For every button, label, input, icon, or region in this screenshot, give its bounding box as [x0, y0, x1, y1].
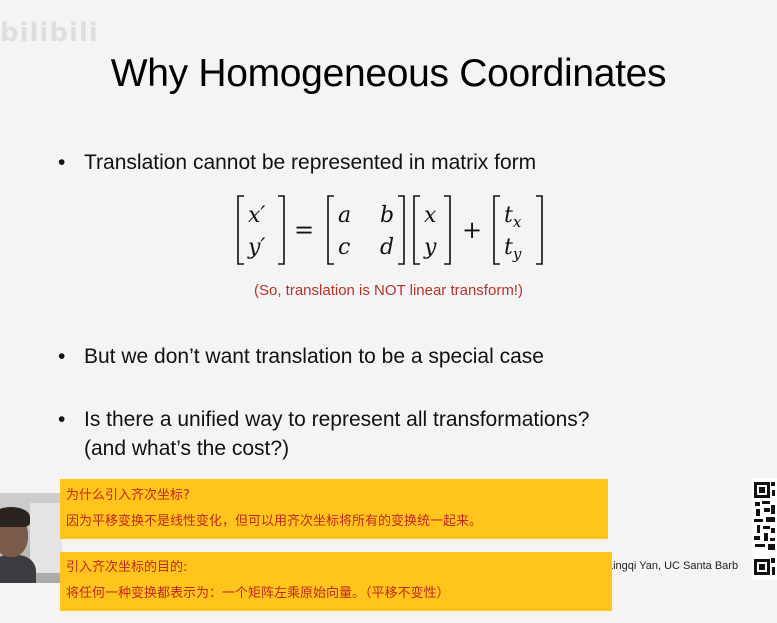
lhs-x-prime: x′ [248, 203, 265, 228]
equals-sign: = [294, 216, 314, 244]
bracket-right [444, 195, 451, 265]
matrix-d: d [380, 235, 394, 260]
qr-code-icon [752, 478, 777, 580]
bullet-marker: • [58, 151, 66, 174]
bracket-left [237, 195, 244, 265]
translation-equation: x′ y′ = a b c d x y + tx ty [237, 195, 543, 265]
bracket-right [536, 195, 543, 265]
slide-title: Why Homogeneous Coordinates [110, 52, 667, 95]
linear-transform-note: (So, translation is NOT linear transform… [254, 282, 523, 299]
bracket-right [398, 195, 405, 265]
plus-sign: + [462, 216, 482, 244]
bullet-text: Is there a unified way to represent all … [84, 408, 590, 431]
bullet-text: But we don’t want translation to be a sp… [84, 345, 544, 368]
lhs-y-prime: y′ [247, 235, 265, 260]
bracket-left [493, 195, 500, 265]
bullet-marker: • [58, 408, 66, 431]
matrix-b: b [380, 203, 394, 228]
matrix-c: c [338, 235, 350, 260]
bracket-left [327, 195, 334, 265]
subtitle-box-purpose: 引入齐次坐标的目的: 将任何一种变换都表示为：一个矩阵左乘原始向量。（平移不变性… [60, 552, 612, 611]
subtitle-box-why: 为什么引入齐次坐标? 因为平移变换不是线性变化，但可以用齐次坐标将所有的变换统一… [60, 479, 608, 539]
bracket-right [278, 195, 285, 265]
slide: bilibili Why Homogeneous Coordinates • T… [0, 0, 777, 623]
subtitle-heading: 引入齐次坐标的目的: [66, 560, 188, 575]
subtitle-explanation: 将任何一种变换都表示为：一个矩阵左乘原始向量。（平移不变性） [66, 586, 450, 601]
vector-y: y [423, 235, 437, 260]
lecturer-webcam [0, 493, 62, 583]
matrix-a: a [338, 203, 351, 228]
bullet-text-continued: (and what’s the cost?) [84, 437, 290, 460]
watermark: bilibili [0, 18, 99, 48]
translation-tx: tx [504, 203, 522, 231]
translation-ty: ty [504, 235, 522, 263]
subtitle-answer: 因为平移变换不是线性变化，但可以用齐次坐标将所有的变换统一起来。 [66, 514, 483, 529]
bullet-marker: • [58, 345, 66, 368]
vector-x: x [424, 203, 437, 228]
author-credit: Lingqi Yan, UC Santa Barb [607, 560, 739, 572]
bullet-text: Translation cannot be represented in mat… [84, 151, 537, 174]
bracket-left [413, 195, 420, 265]
subtitle-question: 为什么引入齐次坐标? [66, 488, 190, 503]
